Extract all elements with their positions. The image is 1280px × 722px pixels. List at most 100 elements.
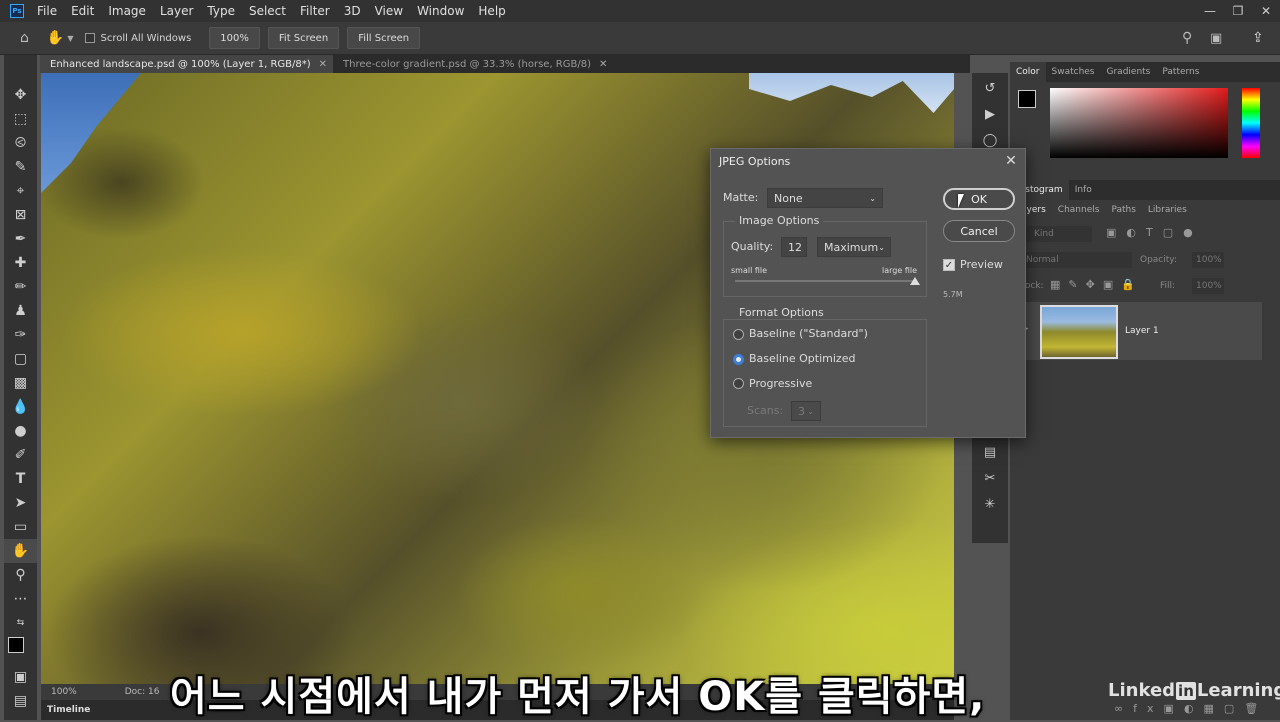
cancel-button[interactable]: Cancel [943,220,1015,242]
menu-image[interactable]: Image [101,0,153,22]
baseline-optimized-label[interactable]: Baseline Optimized [749,352,855,365]
layer-row[interactable]: ▸ Layer 1 [1010,302,1262,360]
menu-layer[interactable]: Layer [153,0,200,22]
matte-select[interactable]: None ⌄ [767,188,883,208]
notes-icon[interactable]: ▤ [972,439,1008,465]
hue-slider[interactable] [1242,88,1260,158]
quick-mask-icon[interactable]: ▣ [4,665,37,689]
layer-filter-icons: ▣◐T▢● [1106,226,1203,239]
crop-tool-icon[interactable]: ⌖ [4,179,37,203]
home-icon[interactable]: ⌂ [20,30,29,46]
tab-three-color-gradient[interactable]: Three-color gradient.psd @ 33.3% (horse,… [333,55,613,73]
fit-screen-button[interactable]: Fit Screen [267,27,340,49]
color-swatches[interactable] [4,635,37,665]
quick-select-tool-icon[interactable]: ✎ [4,155,37,179]
close-icon[interactable]: ✕ [1252,0,1280,22]
quality-slider-thumb[interactable] [910,277,920,285]
menu-filter[interactable]: Filter [293,0,337,22]
menu-window[interactable]: Window [410,0,471,22]
gradient-tool-icon[interactable]: ▩ [4,371,37,395]
restore-icon[interactable]: ❐ [1224,0,1252,22]
quality-preset-select[interactable]: Maximum ⌄ [817,237,891,257]
blur-tool-icon[interactable]: 💧 [4,395,37,419]
chevron-down-icon: ⌄ [878,242,885,252]
tab-patterns[interactable]: Patterns [1156,62,1205,82]
adjust-icon[interactable]: ✳ [972,491,1008,517]
brush-tool-icon[interactable]: ✏ [4,275,37,299]
frame-tool-icon[interactable]: ⊠ [4,203,37,227]
scissors-icon[interactable]: ✂ [972,465,1008,491]
quality-preset-value: Maximum [824,240,879,254]
scroll-all-windows-checkbox[interactable]: Scroll All Windows [85,33,191,44]
search-icon[interactable]: ⚲ [1182,30,1192,46]
preview-checkbox[interactable]: ✓ [943,259,955,271]
marquee-tool-icon[interactable]: ⬚ [4,107,37,131]
blend-mode-select[interactable]: Normal [1020,252,1132,268]
history-icon[interactable]: ↺ [972,75,1008,101]
more-tools-icon[interactable]: ⋯ [4,587,37,611]
fill-screen-button[interactable]: Fill Screen [347,27,421,49]
eyedropper-tool-icon[interactable]: ✒ [4,227,37,251]
color-picker-field[interactable] [1050,88,1228,158]
rectangle-tool-icon[interactable]: ▭ [4,515,37,539]
foreground-color-swatch[interactable] [8,637,24,653]
screen-mode-icon[interactable]: ▤ [4,689,37,713]
progressive-label[interactable]: Progressive [749,377,812,390]
type-tool-icon[interactable]: T [4,467,37,491]
layer-kind-filter[interactable]: Kind [1020,226,1092,242]
hand-tool-icon[interactable]: ✋ [47,30,64,46]
move-tool-icon[interactable]: ✥ [4,83,37,107]
play-icon[interactable]: ▶ [972,101,1008,127]
tab-color[interactable]: Color [1010,62,1046,82]
baseline-optimized-radio[interactable] [733,354,744,365]
baseline-standard-label[interactable]: Baseline ("Standard") [749,327,868,340]
zoom-tool-icon[interactable]: ⚲ [4,563,37,587]
ok-button[interactable]: OK [943,188,1015,210]
tab-libraries[interactable]: Libraries [1142,200,1193,220]
hand-tool-icon[interactable]: ✋ [4,539,37,563]
path-select-tool-icon[interactable]: ➤ [4,491,37,515]
dodge-tool-icon[interactable]: ● [4,419,37,443]
quality-input[interactable]: 12 [781,237,807,257]
tab-info[interactable]: Info [1069,180,1098,200]
menu-file[interactable]: File [30,0,64,22]
jpeg-options-dialog: JPEG Options ✕ Matte: None ⌄ Image Optio… [710,148,1026,438]
menu-select[interactable]: Select [242,0,293,22]
quality-slider-track[interactable] [735,280,915,282]
fill-field[interactable]: 100% [1192,278,1224,294]
status-zoom[interactable]: 100% [51,687,77,697]
tab-swatches[interactable]: Swatches [1046,62,1101,82]
eraser-tool-icon[interactable]: ▢ [4,347,37,371]
tab-paths[interactable]: Paths [1105,200,1141,220]
menu-type[interactable]: Type [200,0,242,22]
foreground-color-swatch[interactable] [1018,90,1036,108]
minimize-icon[interactable]: — [1196,0,1224,22]
menu-view[interactable]: View [368,0,410,22]
layer-name[interactable]: Layer 1 [1125,326,1159,336]
tab-enhanced-landscape[interactable]: Enhanced landscape.psd @ 100% (Layer 1, … [40,55,334,73]
menu-3d[interactable]: 3D [337,0,368,22]
opacity-field[interactable]: 100% [1192,252,1224,268]
stamp-tool-icon[interactable]: ♟ [4,299,37,323]
baseline-standard-radio[interactable] [733,329,744,340]
menu-edit[interactable]: Edit [64,0,101,22]
share-icon[interactable]: ⇪ [1252,30,1264,46]
menu-help[interactable]: Help [471,0,512,22]
healing-brush-tool-icon[interactable]: ✚ [4,251,37,275]
preview-label[interactable]: Preview [960,258,1003,271]
lasso-tool-icon[interactable]: ⧀ [4,131,37,155]
close-icon[interactable]: ✕ [1003,153,1019,169]
scans-value: 3 [798,404,805,418]
tab-channels[interactable]: Channels [1052,200,1106,220]
zoom-100-button[interactable]: 100% [209,27,260,49]
pen-tool-icon[interactable]: ✐ [4,443,37,467]
matte-value: None [774,191,803,205]
progressive-radio[interactable] [733,378,744,389]
close-icon[interactable]: ✕ [319,59,327,70]
tab-gradients[interactable]: Gradients [1101,62,1157,82]
workspace-icon[interactable]: ▣ [1210,31,1222,46]
chevron-down-icon[interactable]: ▼ [67,34,73,43]
history-brush-tool-icon[interactable]: ✑ [4,323,37,347]
swap-colors-icon[interactable]: ⇆ [4,611,37,635]
close-icon[interactable]: ✕ [599,59,607,70]
